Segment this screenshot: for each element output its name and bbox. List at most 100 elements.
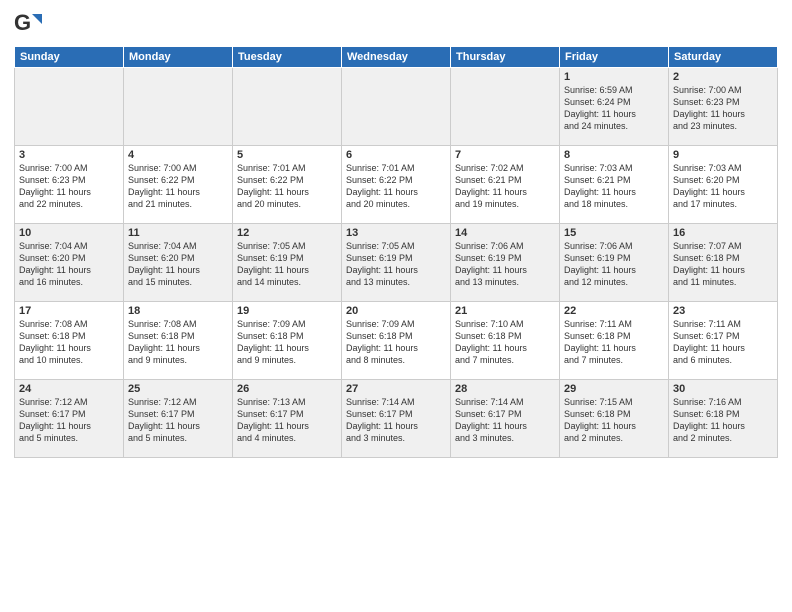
weekday-friday: Friday <box>560 47 669 68</box>
day-number: 15 <box>564 227 664 239</box>
day-detail: Sunrise: 7:14 AM Sunset: 6:17 PM Dayligh… <box>346 396 446 445</box>
calendar-cell: 5Sunrise: 7:01 AM Sunset: 6:22 PM Daylig… <box>233 146 342 224</box>
day-detail: Sunrise: 7:09 AM Sunset: 6:18 PM Dayligh… <box>346 318 446 367</box>
calendar-cell: 25Sunrise: 7:12 AM Sunset: 6:17 PM Dayli… <box>124 380 233 458</box>
day-number: 11 <box>128 227 228 239</box>
weekday-wednesday: Wednesday <box>342 47 451 68</box>
calendar-cell: 10Sunrise: 7:04 AM Sunset: 6:20 PM Dayli… <box>15 224 124 302</box>
day-detail: Sunrise: 7:11 AM Sunset: 6:17 PM Dayligh… <box>673 318 773 367</box>
day-number: 21 <box>455 305 555 317</box>
day-detail: Sunrise: 7:14 AM Sunset: 6:17 PM Dayligh… <box>455 396 555 445</box>
day-number: 20 <box>346 305 446 317</box>
calendar-table: SundayMondayTuesdayWednesdayThursdayFrid… <box>14 46 778 458</box>
day-detail: Sunrise: 7:03 AM Sunset: 6:21 PM Dayligh… <box>564 162 664 211</box>
calendar-cell: 6Sunrise: 7:01 AM Sunset: 6:22 PM Daylig… <box>342 146 451 224</box>
day-detail: Sunrise: 7:13 AM Sunset: 6:17 PM Dayligh… <box>237 396 337 445</box>
day-number: 26 <box>237 383 337 395</box>
day-number: 9 <box>673 149 773 161</box>
calendar-cell: 29Sunrise: 7:15 AM Sunset: 6:18 PM Dayli… <box>560 380 669 458</box>
day-detail: Sunrise: 7:08 AM Sunset: 6:18 PM Dayligh… <box>128 318 228 367</box>
day-number: 29 <box>564 383 664 395</box>
calendar-cell: 11Sunrise: 7:04 AM Sunset: 6:20 PM Dayli… <box>124 224 233 302</box>
calendar-cell <box>233 68 342 146</box>
day-number: 4 <box>128 149 228 161</box>
day-detail: Sunrise: 7:16 AM Sunset: 6:18 PM Dayligh… <box>673 396 773 445</box>
page-header: G <box>14 10 778 38</box>
day-number: 10 <box>19 227 119 239</box>
calendar-cell: 3Sunrise: 7:00 AM Sunset: 6:23 PM Daylig… <box>15 146 124 224</box>
day-detail: Sunrise: 7:10 AM Sunset: 6:18 PM Dayligh… <box>455 318 555 367</box>
calendar-cell: 20Sunrise: 7:09 AM Sunset: 6:18 PM Dayli… <box>342 302 451 380</box>
day-detail: Sunrise: 7:12 AM Sunset: 6:17 PM Dayligh… <box>128 396 228 445</box>
day-detail: Sunrise: 7:15 AM Sunset: 6:18 PM Dayligh… <box>564 396 664 445</box>
day-number: 7 <box>455 149 555 161</box>
calendar-cell: 16Sunrise: 7:07 AM Sunset: 6:18 PM Dayli… <box>669 224 778 302</box>
day-number: 3 <box>19 149 119 161</box>
svg-text:G: G <box>14 10 31 35</box>
day-number: 17 <box>19 305 119 317</box>
logo-icon: G <box>14 10 42 38</box>
day-detail: Sunrise: 7:00 AM Sunset: 6:22 PM Dayligh… <box>128 162 228 211</box>
day-detail: Sunrise: 7:00 AM Sunset: 6:23 PM Dayligh… <box>673 84 773 133</box>
calendar-cell: 28Sunrise: 7:14 AM Sunset: 6:17 PM Dayli… <box>451 380 560 458</box>
day-detail: Sunrise: 7:03 AM Sunset: 6:20 PM Dayligh… <box>673 162 773 211</box>
week-row-3: 17 Sunrise: 7:08 AM Sunset: 6:18 PM Dayli… <box>15 302 778 380</box>
weekday-monday: Monday <box>124 47 233 68</box>
day-number: 19 <box>237 305 337 317</box>
calendar-cell: 27Sunrise: 7:14 AM Sunset: 6:17 PM Dayli… <box>342 380 451 458</box>
calendar-cell <box>15 68 124 146</box>
day-number: 8 <box>564 149 664 161</box>
week-row-0: 1Sunrise: 6:59 AM Sunset: 6:24 PM Daylig… <box>15 68 778 146</box>
calendar-cell: 15Sunrise: 7:06 AM Sunset: 6:19 PM Dayli… <box>560 224 669 302</box>
day-detail: Sunrise: 7:00 AM Sunset: 6:23 PM Dayligh… <box>19 162 119 211</box>
logo: G <box>14 10 44 38</box>
calendar-cell: 1Sunrise: 6:59 AM Sunset: 6:24 PM Daylig… <box>560 68 669 146</box>
calendar-cell: 17Sunrise: 7:08 AM Sunset: 6:18 PM Dayli… <box>15 302 124 380</box>
calendar-cell: 30Sunrise: 7:16 AM Sunset: 6:18 PM Dayli… <box>669 380 778 458</box>
day-detail: Sunrise: 7:05 AM Sunset: 6:19 PM Dayligh… <box>346 240 446 289</box>
calendar-cell: 21Sunrise: 7:10 AM Sunset: 6:18 PM Dayli… <box>451 302 560 380</box>
calendar-cell: 12Sunrise: 7:05 AM Sunset: 6:19 PM Dayli… <box>233 224 342 302</box>
week-row-1: 3Sunrise: 7:00 AM Sunset: 6:23 PM Daylig… <box>15 146 778 224</box>
day-detail: Sunrise: 7:05 AM Sunset: 6:19 PM Dayligh… <box>237 240 337 289</box>
day-detail: Sunrise: 7:09 AM Sunset: 6:18 PM Dayligh… <box>237 318 337 367</box>
day-number: 5 <box>237 149 337 161</box>
calendar-cell: 7Sunrise: 7:02 AM Sunset: 6:21 PM Daylig… <box>451 146 560 224</box>
day-number: 28 <box>455 383 555 395</box>
calendar-cell: 24Sunrise: 7:12 AM Sunset: 6:17 PM Dayli… <box>15 380 124 458</box>
calendar-cell: 14Sunrise: 7:06 AM Sunset: 6:19 PM Dayli… <box>451 224 560 302</box>
calendar-cell: 19Sunrise: 7:09 AM Sunset: 6:18 PM Dayli… <box>233 302 342 380</box>
day-detail: Sunrise: 7:01 AM Sunset: 6:22 PM Dayligh… <box>346 162 446 211</box>
calendar-cell: 9Sunrise: 7:03 AM Sunset: 6:20 PM Daylig… <box>669 146 778 224</box>
day-number: 30 <box>673 383 773 395</box>
day-number: 1 <box>564 71 664 83</box>
day-detail: Sunrise: 7:11 AM Sunset: 6:18 PM Dayligh… <box>564 318 664 367</box>
day-number: 24 <box>19 383 119 395</box>
weekday-thursday: Thursday <box>451 47 560 68</box>
day-number: 25 <box>128 383 228 395</box>
weekday-tuesday: Tuesday <box>233 47 342 68</box>
day-number: 6 <box>346 149 446 161</box>
calendar-cell: 26Sunrise: 7:13 AM Sunset: 6:17 PM Dayli… <box>233 380 342 458</box>
day-detail: Sunrise: 7:07 AM Sunset: 6:18 PM Dayligh… <box>673 240 773 289</box>
day-number: 16 <box>673 227 773 239</box>
weekday-saturday: Saturday <box>669 47 778 68</box>
week-row-4: 24 Sunrise: 7:12 AM Sunset: 6:17 PM Dayli… <box>15 380 778 458</box>
day-number: 13 <box>346 227 446 239</box>
calendar-cell: 23Sunrise: 7:11 AM Sunset: 6:17 PM Dayli… <box>669 302 778 380</box>
calendar-cell <box>451 68 560 146</box>
calendar-cell: 4Sunrise: 7:00 AM Sunset: 6:22 PM Daylig… <box>124 146 233 224</box>
weekday-header-row: SundayMondayTuesdayWednesdayThursdayFrid… <box>15 47 778 68</box>
day-number: 18 <box>128 305 228 317</box>
day-number: 14 <box>455 227 555 239</box>
day-number: 2 <box>673 71 773 83</box>
day-detail: Sunrise: 7:01 AM Sunset: 6:22 PM Dayligh… <box>237 162 337 211</box>
calendar-cell: 18Sunrise: 7:08 AM Sunset: 6:18 PM Dayli… <box>124 302 233 380</box>
day-detail: Sunrise: 7:02 AM Sunset: 6:21 PM Dayligh… <box>455 162 555 211</box>
calendar-cell: 2Sunrise: 7:00 AM Sunset: 6:23 PM Daylig… <box>669 68 778 146</box>
day-detail: Sunrise: 7:06 AM Sunset: 6:19 PM Dayligh… <box>564 240 664 289</box>
calendar-cell: 13Sunrise: 7:05 AM Sunset: 6:19 PM Dayli… <box>342 224 451 302</box>
week-row-2: 10Sunrise: 7:04 AM Sunset: 6:20 PM Dayli… <box>15 224 778 302</box>
day-number: 12 <box>237 227 337 239</box>
day-number: 27 <box>346 383 446 395</box>
